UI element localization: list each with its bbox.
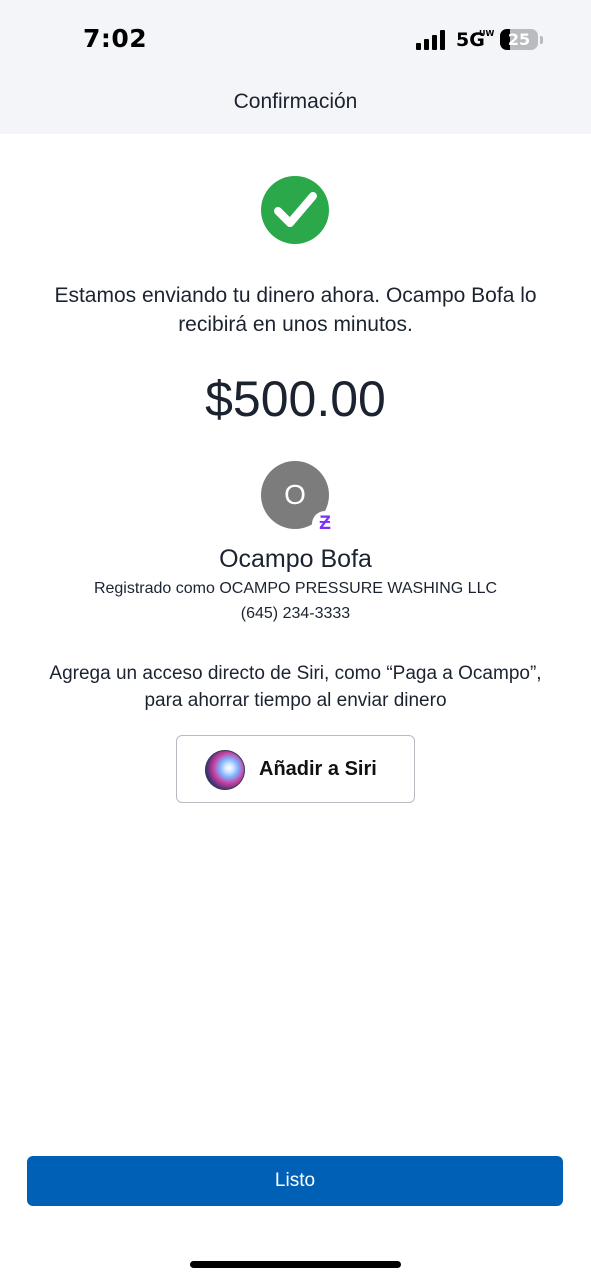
add-to-siri-label: Añadir a Siri bbox=[259, 758, 377, 780]
payment-amount: $500.00 bbox=[205, 371, 386, 427]
confirmation-message: Estamos enviando tu dinero ahora. Ocampo… bbox=[54, 284, 537, 336]
battery-cap bbox=[540, 36, 543, 44]
recipient-phone: (645) 234-3333 bbox=[240, 605, 351, 622]
home-indicator[interactable] bbox=[190, 1261, 401, 1268]
page-title: Confirmación bbox=[233, 90, 358, 113]
battery-percentage: 25 bbox=[507, 30, 531, 49]
done-button[interactable]: Listo bbox=[27, 1156, 563, 1206]
cash-app-badge-icon: Ƶ bbox=[312, 511, 338, 537]
siri-shortcut-hint: Agrega un acceso directo de Siri, como “… bbox=[49, 663, 542, 711]
battery-icon: 25 bbox=[500, 29, 538, 50]
checkmark-circle-icon bbox=[261, 176, 329, 244]
network-subtype: UW bbox=[479, 29, 495, 38]
cellular-signal-icon bbox=[416, 30, 445, 50]
add-to-siri-button[interactable]: Añadir a Siri bbox=[176, 735, 415, 803]
recipient-name: Ocampo Bofa bbox=[219, 545, 372, 573]
recipient-registered-as: Registrado como OCAMPO PRESSURE WASHING … bbox=[93, 580, 498, 597]
siri-icon bbox=[205, 750, 245, 790]
top-bar: 7:02 5G UW 25 Confirmación bbox=[0, 0, 591, 134]
status-time: 7:02 bbox=[83, 24, 148, 53]
